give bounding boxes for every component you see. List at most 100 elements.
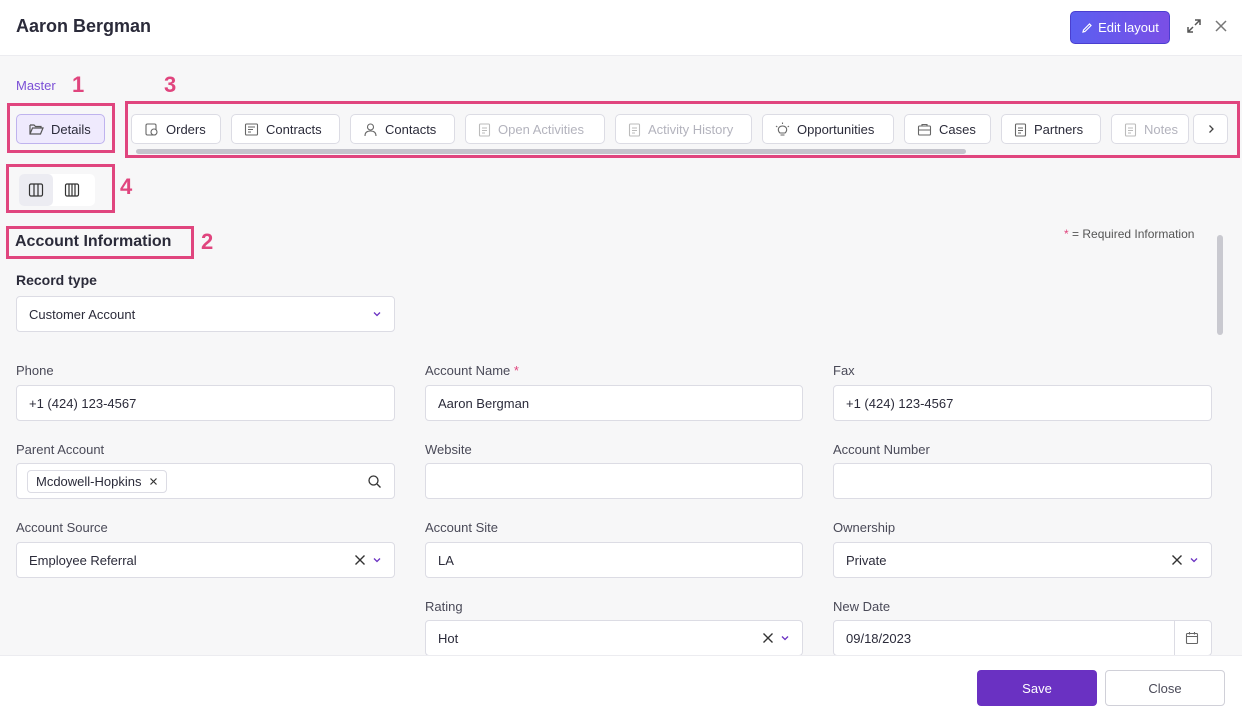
tab-cases[interactable]: Cases bbox=[904, 114, 991, 144]
columns-two-icon bbox=[28, 183, 44, 197]
fax-value: +1 (424) 123-4567 bbox=[846, 395, 954, 411]
tab-contacts[interactable]: Contacts bbox=[350, 114, 455, 144]
orders-icon bbox=[145, 122, 158, 136]
account-name-value: Aaron Bergman bbox=[438, 395, 530, 411]
edit-layout-button[interactable]: Edit layout bbox=[1070, 11, 1170, 44]
section-title: Account Information bbox=[15, 233, 172, 250]
layout-toggle bbox=[19, 174, 95, 206]
remove-chip-icon[interactable] bbox=[149, 477, 158, 486]
parent-account-label: Parent Account bbox=[16, 442, 105, 457]
clipboard-icon bbox=[478, 122, 491, 137]
required-note-text: = Required Information bbox=[1072, 227, 1195, 241]
required-star: * bbox=[1064, 227, 1069, 241]
date-divider bbox=[1174, 621, 1175, 655]
user-icon bbox=[364, 122, 377, 136]
tab-label: Details bbox=[51, 121, 91, 137]
ownership-value: Private bbox=[846, 552, 887, 568]
clear-icon[interactable] bbox=[354, 554, 366, 566]
rating-value: Hot bbox=[438, 630, 459, 646]
tab-open-activities[interactable]: Open Activities bbox=[465, 114, 605, 144]
tab-label: Partners bbox=[1034, 121, 1084, 137]
clear-icon[interactable] bbox=[762, 632, 774, 644]
ownership-label: Ownership bbox=[833, 520, 896, 535]
layout-three-column-button[interactable] bbox=[55, 174, 89, 206]
chevron-down-icon[interactable] bbox=[780, 633, 790, 643]
clipboard-icon bbox=[628, 122, 641, 137]
tab-label: Contacts bbox=[385, 121, 437, 137]
chevron-down-icon bbox=[373, 312, 381, 317]
modal-header bbox=[0, 0, 1242, 56]
close-button[interactable]: Close bbox=[1105, 670, 1225, 706]
tabs-scroll-right-button[interactable] bbox=[1193, 114, 1228, 144]
required-note: * = Required Information bbox=[1064, 227, 1194, 241]
tab-orders[interactable]: Orders bbox=[131, 114, 221, 144]
tab-contracts[interactable]: Contracts bbox=[231, 114, 340, 144]
tabs-horizontal-scrollbar[interactable] bbox=[136, 149, 966, 154]
tab-label: Opportunities bbox=[797, 121, 875, 137]
briefcase-icon bbox=[917, 123, 932, 136]
tab-label: Activity History bbox=[648, 121, 734, 137]
phone-field[interactable]: +1 (424) 123-4567 bbox=[16, 385, 395, 421]
phone-label: Phone bbox=[16, 363, 54, 378]
tab-label: Contracts bbox=[266, 121, 322, 137]
chevron-down-icon[interactable] bbox=[372, 555, 382, 565]
parent-account-chip-label: Mcdowell-Hopkins bbox=[36, 473, 142, 489]
website-label: Website bbox=[425, 442, 472, 457]
clear-icon[interactable] bbox=[1171, 554, 1183, 566]
record-type-value: Customer Account bbox=[29, 306, 136, 322]
account-site-field[interactable]: LA bbox=[425, 542, 803, 578]
tab-activity-history[interactable]: Activity History bbox=[615, 114, 752, 144]
tab-partners[interactable]: Partners bbox=[1001, 114, 1101, 144]
pencil-icon bbox=[1082, 22, 1092, 33]
tab-details[interactable]: Details bbox=[16, 114, 105, 144]
annotation-4: 4 bbox=[120, 174, 133, 199]
tab-notes[interactable]: Notes bbox=[1111, 114, 1189, 144]
account-source-value: Employee Referral bbox=[29, 552, 137, 568]
breadcrumb-master[interactable]: Master bbox=[16, 78, 56, 93]
account-number-field[interactable] bbox=[833, 463, 1212, 499]
account-source-select[interactable]: Employee Referral bbox=[16, 542, 395, 578]
tab-label: Cases bbox=[939, 121, 976, 137]
layout-two-column-button[interactable] bbox=[19, 174, 53, 206]
account-site-value: LA bbox=[438, 552, 454, 568]
annotation-2: 2 bbox=[201, 229, 214, 254]
new-date-value: 09/18/2023 bbox=[846, 630, 912, 646]
fax-field[interactable]: +1 (424) 123-4567 bbox=[833, 385, 1212, 421]
account-name-label-text: Account Name bbox=[425, 363, 511, 378]
record-type-select[interactable]: Customer Account bbox=[16, 296, 395, 332]
tab-label: Notes bbox=[1144, 121, 1178, 137]
new-date-label: New Date bbox=[833, 599, 891, 614]
contract-icon bbox=[244, 122, 259, 136]
new-date-field[interactable]: 09/18/2023 bbox=[833, 620, 1212, 656]
search-icon[interactable] bbox=[367, 474, 382, 489]
website-field[interactable] bbox=[425, 463, 803, 499]
account-name-field[interactable]: Aaron Bergman bbox=[425, 385, 803, 421]
tab-label: Open Activities bbox=[498, 121, 584, 137]
columns-three-icon bbox=[64, 183, 80, 197]
tab-opportunities[interactable]: Opportunities bbox=[762, 114, 894, 144]
edit-layout-label: Edit layout bbox=[1098, 20, 1159, 35]
rating-label: Rating bbox=[425, 599, 463, 614]
save-button[interactable]: Save bbox=[977, 670, 1097, 706]
calendar-icon[interactable] bbox=[1185, 631, 1199, 645]
clipboard-icon bbox=[1014, 122, 1027, 137]
annotation-3: 3 bbox=[164, 72, 177, 97]
phone-value: +1 (424) 123-4567 bbox=[29, 395, 137, 411]
account-name-label: Account Name * bbox=[425, 363, 519, 378]
lightbulb-icon bbox=[775, 122, 790, 136]
account-source-label: Account Source bbox=[16, 520, 108, 535]
chevron-down-icon[interactable] bbox=[1189, 555, 1199, 565]
ownership-select[interactable]: Private bbox=[833, 542, 1212, 578]
chevron-right-icon bbox=[1208, 125, 1214, 133]
parent-account-chip: Mcdowell-Hopkins bbox=[27, 469, 168, 493]
vertical-scrollbar[interactable] bbox=[1217, 235, 1223, 335]
annotation-1: 1 bbox=[72, 72, 85, 97]
close-icon[interactable] bbox=[1213, 18, 1229, 34]
tab-label: Orders bbox=[166, 121, 206, 137]
page-title: Aaron Bergman bbox=[16, 16, 152, 36]
account-number-label: Account Number bbox=[833, 442, 930, 457]
parent-account-field[interactable]: Mcdowell-Hopkins bbox=[16, 463, 395, 499]
rating-select[interactable]: Hot bbox=[425, 620, 803, 656]
expand-icon[interactable] bbox=[1186, 18, 1202, 34]
account-site-label: Account Site bbox=[425, 520, 498, 535]
